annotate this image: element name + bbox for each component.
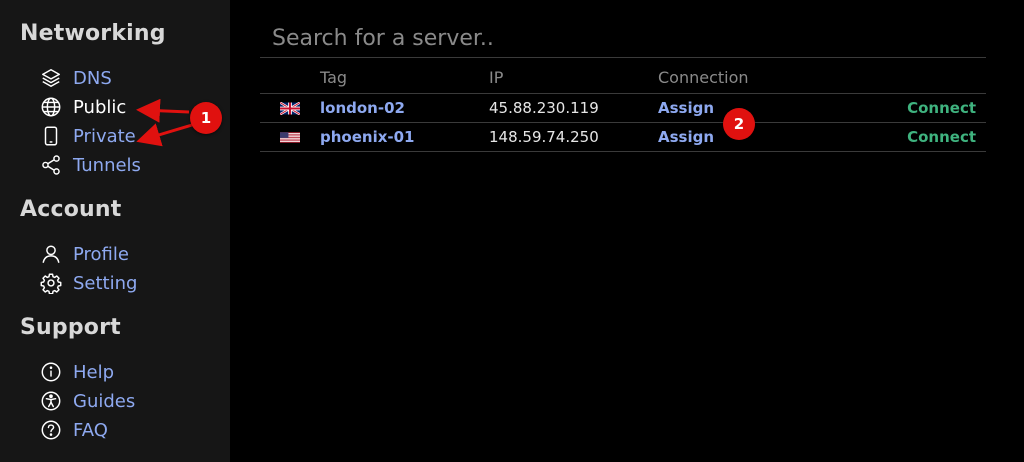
main-content: Tag IP Connection london-02 45.88.230.11… <box>230 0 1024 462</box>
sidebar-item-tunnels[interactable]: Tunnels <box>40 152 141 178</box>
sidebar-item-label: Tunnels <box>73 154 141 176</box>
annotation-marker-1: 1 <box>190 102 222 134</box>
sidebar-item-public[interactable]: Public <box>40 94 126 120</box>
globe-icon <box>40 96 62 118</box>
sidebar-item-faq[interactable]: FAQ <box>40 417 108 443</box>
uk-flag-icon <box>280 102 300 115</box>
server-ip: 45.88.230.119 <box>489 99 599 117</box>
server-ip: 148.59.74.250 <box>489 128 599 146</box>
table-row: london-02 45.88.230.119 Assign Connect <box>260 94 986 123</box>
layers-icon <box>40 67 62 89</box>
sidebar-item-label: Profile <box>73 243 129 265</box>
sidebar-item-guides[interactable]: Guides <box>40 388 135 414</box>
connect-button[interactable]: Connect <box>907 99 976 117</box>
sidebar: Networking DNS Public Private Tunnels Ac… <box>0 0 230 462</box>
mobile-icon <box>40 125 62 147</box>
column-header-tag: Tag <box>320 68 348 87</box>
sidebar-item-label: Private <box>73 125 136 147</box>
us-flag-icon <box>280 131 300 144</box>
assign-button[interactable]: Assign <box>658 99 714 117</box>
table-row: phoenix-01 148.59.74.250 Assign Connect <box>260 123 986 152</box>
server-tag[interactable]: phoenix-01 <box>320 128 415 146</box>
sidebar-item-setting[interactable]: Setting <box>40 270 137 296</box>
server-table: Tag IP Connection london-02 45.88.230.11… <box>260 61 986 152</box>
sidebar-item-private[interactable]: Private <box>40 123 136 149</box>
accessibility-icon <box>40 390 62 412</box>
section-title-support: Support <box>20 315 121 340</box>
share-icon <box>40 154 62 176</box>
sidebar-item-label: Setting <box>73 272 138 294</box>
assign-button[interactable]: Assign <box>658 128 714 146</box>
server-tag[interactable]: london-02 <box>320 99 405 117</box>
table-header: Tag IP Connection <box>260 61 986 94</box>
sidebar-item-label: Guides <box>73 390 136 412</box>
gear-icon <box>40 272 62 294</box>
search-input[interactable] <box>260 20 986 58</box>
section-title-networking: Networking <box>20 21 166 46</box>
column-header-ip: IP <box>489 68 504 87</box>
user-icon <box>40 243 62 265</box>
sidebar-item-profile[interactable]: Profile <box>40 241 129 267</box>
section-title-account: Account <box>20 197 122 222</box>
sidebar-item-label: Help <box>73 361 115 383</box>
question-icon <box>40 419 62 441</box>
sidebar-item-dns[interactable]: DNS <box>40 65 112 91</box>
annotation-marker-2: 2 <box>723 108 755 140</box>
sidebar-item-label: DNS <box>73 67 112 89</box>
info-icon <box>40 361 62 383</box>
sidebar-item-label: FAQ <box>73 419 108 441</box>
connect-button[interactable]: Connect <box>907 128 976 146</box>
sidebar-item-help[interactable]: Help <box>40 359 114 385</box>
sidebar-item-label: Public <box>73 96 127 118</box>
column-header-connection: Connection <box>658 68 749 87</box>
